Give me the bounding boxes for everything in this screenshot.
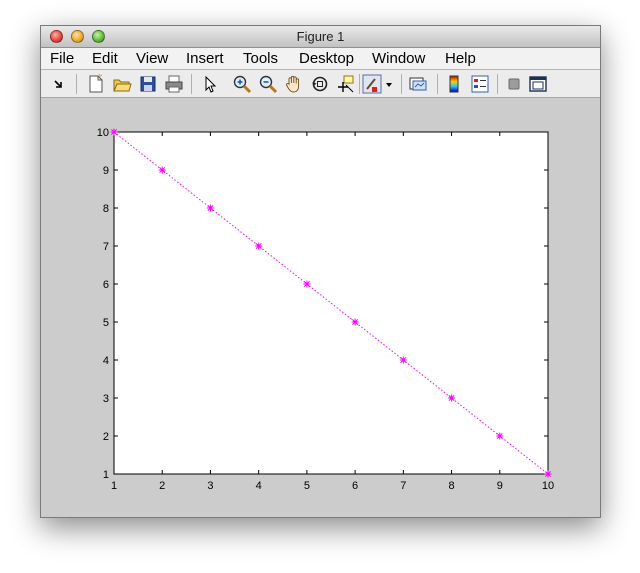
data-point — [448, 394, 456, 402]
plot-area[interactable]: 1 2 3 4 5 6 7 8 9 10 1 2 3 4 5 6 7 8 9 10 — [41, 98, 601, 518]
toolbar-separator — [437, 74, 438, 94]
pan-hand-icon[interactable] — [283, 73, 305, 95]
data-point — [158, 166, 166, 174]
y-tick-label: 2 — [103, 431, 109, 443]
menu-edit[interactable]: Edit — [92, 50, 118, 67]
toolbar-separator — [497, 74, 498, 94]
colorbar-icon[interactable] — [443, 73, 465, 95]
data-point — [255, 242, 263, 250]
dock-arrow-icon[interactable] — [47, 73, 69, 95]
y-tick-label: 1 — [103, 469, 109, 481]
x-tick-label: 10 — [542, 480, 554, 492]
save-icon[interactable] — [137, 73, 159, 95]
toolbar-separator — [76, 74, 77, 94]
y-tick-label: 4 — [103, 355, 109, 367]
x-tick-label: 9 — [497, 480, 503, 492]
x-tick-label: 6 — [352, 480, 358, 492]
new-figure-icon[interactable] — [85, 73, 107, 95]
menu-view[interactable]: View — [136, 50, 168, 67]
x-tick-label: 4 — [256, 480, 262, 492]
x-tick-label: 8 — [448, 480, 454, 492]
data-point — [303, 280, 311, 288]
toolbar-separator — [401, 74, 402, 94]
x-tick-label: 2 — [159, 480, 165, 492]
menu-tools[interactable]: Tools — [243, 50, 278, 67]
print-icon[interactable] — [163, 73, 185, 95]
data-point — [110, 128, 118, 136]
pointer-icon[interactable] — [199, 73, 221, 95]
data-cursor-icon[interactable] — [335, 73, 357, 95]
x-tick-label: 7 — [400, 480, 406, 492]
y-tick-label: 6 — [103, 279, 109, 291]
x-tick-label: 5 — [304, 480, 310, 492]
figure-toolbar — [41, 70, 600, 98]
rotate-3d-icon[interactable] — [309, 73, 331, 95]
y-tick-label: 7 — [103, 241, 109, 253]
legend-icon[interactable] — [469, 73, 491, 95]
y-tick-label: 8 — [103, 203, 109, 215]
y-tick-label: 3 — [103, 393, 109, 405]
menu-help[interactable]: Help — [445, 50, 476, 67]
title-bar[interactable]: Figure 1 — [41, 26, 600, 48]
y-tick-label: 10 — [97, 127, 109, 139]
data-point — [496, 432, 504, 440]
link-plot-icon[interactable] — [407, 73, 429, 95]
menu-insert[interactable]: Insert — [186, 50, 224, 67]
y-tick-label: 5 — [103, 317, 109, 329]
menu-bar: File Edit View Insert Tools Desktop Wind… — [41, 48, 600, 70]
data-point — [206, 204, 214, 212]
show-plot-tools-icon[interactable] — [527, 73, 549, 95]
open-file-icon[interactable] — [111, 73, 133, 95]
window-title: Figure 1 — [296, 29, 345, 44]
zoom-in-icon[interactable] — [231, 73, 253, 95]
menu-file[interactable]: File — [50, 50, 74, 67]
x-tick-label: 1 — [111, 480, 117, 492]
toolbar-separator — [359, 74, 360, 94]
data-point — [544, 470, 552, 478]
toolbar-separator — [191, 74, 192, 94]
y-tick-label: 9 — [103, 165, 109, 177]
menu-window[interactable]: Window — [372, 50, 425, 67]
zoom-out-icon[interactable] — [257, 73, 279, 95]
hide-plot-tools-icon[interactable] — [503, 73, 525, 95]
data-point — [351, 318, 359, 326]
figure-canvas[interactable]: 1 2 3 4 5 6 7 8 9 10 1 2 3 4 5 6 7 8 9 10 — [41, 98, 601, 518]
x-tick-label: 3 — [207, 480, 213, 492]
menu-desktop[interactable]: Desktop — [299, 50, 354, 67]
brush-icon[interactable] — [361, 73, 383, 95]
data-point — [399, 356, 407, 364]
figure-window: Figure 1 File Edit View Insert Tools Des… — [40, 25, 601, 518]
dropdown-arrow-icon[interactable] — [383, 73, 395, 95]
